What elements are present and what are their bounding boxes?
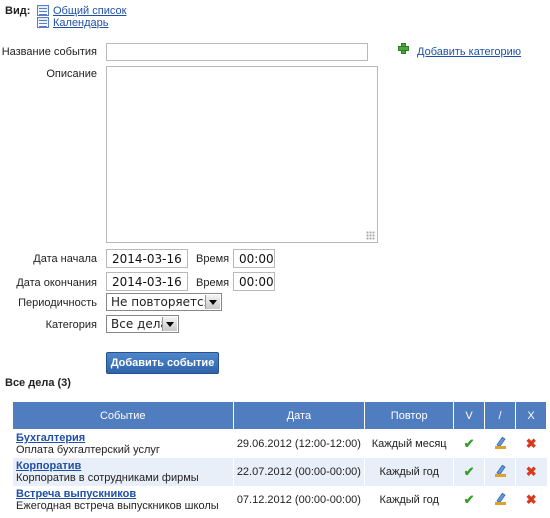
chevron-down-icon[interactable] [205, 295, 220, 309]
event-title-link[interactable]: Корпоратив [16, 460, 230, 472]
event-repeat: Каждый месяц [364, 429, 454, 458]
event-name-input[interactable] [106, 43, 368, 61]
periodicity-label: Периодичность [18, 297, 97, 309]
column-header-done: V [453, 401, 486, 430]
column-header-event[interactable]: Событие [12, 401, 234, 430]
chevron-down-icon[interactable] [162, 317, 177, 331]
edit-icon[interactable] [494, 493, 506, 505]
column-header-repeat[interactable]: Повтор [364, 401, 455, 430]
description-textarea[interactable] [106, 66, 378, 243]
start-date-label: Дата начала [33, 253, 97, 265]
event-title-link[interactable]: Встреча выпускников [16, 488, 230, 500]
event-cell: Бухгалтерия Оплата бухгалтерский услуг [12, 429, 234, 458]
event-date: 29.06.2012 (12:00-12:00) [232, 429, 365, 458]
event-repeat: Каждый год [364, 486, 454, 514]
event-date: 22.07.2012 (00:00-00:00) [232, 458, 365, 486]
table-row: Корпоратив Корпоратив в сотрудниками фир… [12, 458, 547, 486]
event-title-link[interactable]: Бухгалтерия [16, 432, 230, 444]
delete-icon[interactable]: ✖ [526, 492, 537, 507]
event-name-label: Название события [1, 46, 97, 58]
column-header-delete: X [515, 401, 547, 430]
end-date-input[interactable]: 2014-03-16 [106, 272, 188, 291]
resize-grip-icon[interactable] [366, 231, 375, 240]
event-repeat: Каждый год [364, 458, 454, 486]
column-header-edit: / [484, 401, 517, 430]
events-table: Событие Дата Повтор V / X Бухгалтерия Оп… [12, 401, 547, 514]
end-date-label: Дата окончания [16, 277, 97, 289]
periodicity-select[interactable]: Не повторяется [106, 293, 222, 311]
add-category-link[interactable]: Добавить категорию [417, 46, 521, 58]
list-title: Все дела (3) [5, 377, 71, 389]
edit-icon[interactable] [494, 465, 506, 477]
start-time-label: Время [196, 253, 230, 265]
add-event-button[interactable]: Добавить событие [106, 352, 219, 374]
list-view-icon[interactable] [37, 5, 49, 16]
delete-icon[interactable]: ✖ [526, 436, 537, 451]
start-date-input[interactable]: 2014-03-16 [106, 249, 188, 268]
table-row: Встреча выпускников Ежегодная встреча вы… [12, 486, 547, 514]
event-date: 07.12.2012 (00:00-00:00) [232, 486, 365, 514]
end-time-label: Время [196, 277, 230, 289]
start-time-input[interactable]: 00:00 [233, 249, 275, 268]
calendar-view-icon[interactable] [37, 17, 49, 28]
delete-icon[interactable]: ✖ [526, 464, 537, 479]
event-description: Корпоратив в сотрудниками фирмы [16, 472, 199, 484]
category-select[interactable]: Все дела [106, 315, 179, 333]
edit-icon[interactable] [494, 437, 506, 449]
event-cell: Корпоратив Корпоратив в сотрудниками фир… [12, 458, 234, 486]
plus-icon[interactable] [398, 43, 409, 54]
table-row: Бухгалтерия Оплата бухгалтерский услуг 2… [12, 429, 547, 458]
category-label: Категория [45, 319, 97, 331]
check-icon[interactable]: ✔ [464, 492, 475, 507]
event-cell: Встреча выпускников Ежегодная встреча вы… [12, 486, 234, 514]
event-description: Ежегодная встреча выпускников школы [16, 500, 219, 512]
view-option-list[interactable]: Общий список [53, 5, 126, 17]
end-time-input[interactable]: 00:00 [233, 272, 275, 291]
view-option-calendar[interactable]: Календарь [53, 17, 109, 29]
event-description: Оплата бухгалтерский услуг [16, 444, 160, 456]
column-header-date[interactable]: Дата [232, 401, 366, 430]
check-icon[interactable]: ✔ [464, 464, 475, 479]
description-label: Описание [46, 68, 97, 80]
view-label: Вид: [5, 5, 31, 17]
check-icon[interactable]: ✔ [464, 436, 475, 451]
